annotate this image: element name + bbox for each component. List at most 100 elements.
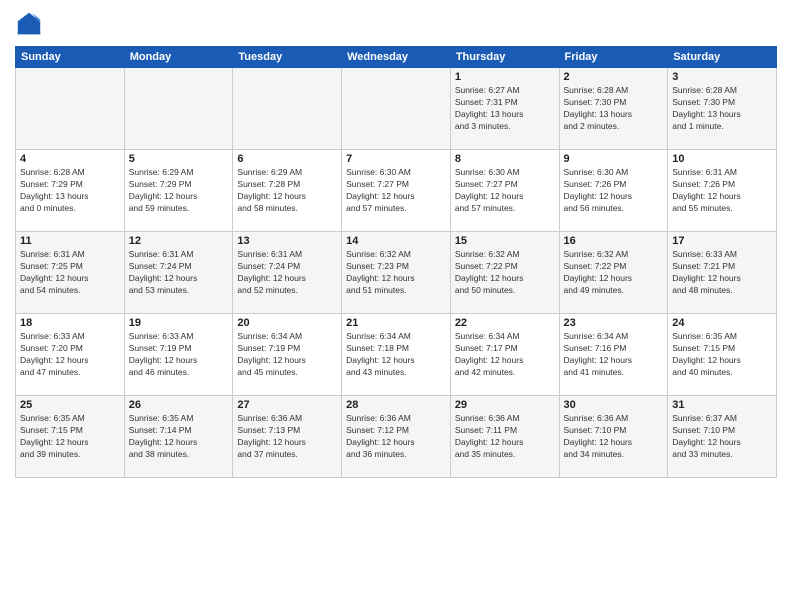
- day-info: Sunrise: 6:33 AM Sunset: 7:21 PM Dayligh…: [672, 249, 772, 297]
- day-info: Sunrise: 6:37 AM Sunset: 7:10 PM Dayligh…: [672, 413, 772, 461]
- col-header-wednesday: Wednesday: [342, 47, 451, 68]
- day-cell: 26 Sunrise: 6:35 AM Sunset: 7:14 PM Dayli…: [124, 396, 233, 478]
- day-info: Sunrise: 6:31 AM Sunset: 7:25 PM Dayligh…: [20, 249, 120, 297]
- day-info: Sunrise: 6:34 AM Sunset: 7:18 PM Dayligh…: [346, 331, 446, 379]
- logo-icon: [15, 10, 43, 38]
- day-info: Sunrise: 6:34 AM Sunset: 7:17 PM Dayligh…: [455, 331, 555, 379]
- day-number: 27: [237, 399, 337, 411]
- day-number: 14: [346, 235, 446, 247]
- day-info: Sunrise: 6:27 AM Sunset: 7:31 PM Dayligh…: [455, 85, 555, 133]
- week-row-1: 1 Sunrise: 6:27 AM Sunset: 7:31 PM Daylig…: [16, 68, 777, 150]
- day-info: Sunrise: 6:28 AM Sunset: 7:30 PM Dayligh…: [564, 85, 664, 133]
- day-number: 1: [455, 71, 555, 83]
- day-number: 2: [564, 71, 664, 83]
- day-cell: 7 Sunrise: 6:30 AM Sunset: 7:27 PM Daylig…: [342, 150, 451, 232]
- day-info: Sunrise: 6:32 AM Sunset: 7:22 PM Dayligh…: [564, 249, 664, 297]
- day-info: Sunrise: 6:34 AM Sunset: 7:16 PM Dayligh…: [564, 331, 664, 379]
- day-cell: 4 Sunrise: 6:28 AM Sunset: 7:29 PM Daylig…: [16, 150, 125, 232]
- day-number: 3: [672, 71, 772, 83]
- header-row: SundayMondayTuesdayWednesdayThursdayFrid…: [16, 47, 777, 68]
- day-cell: 14 Sunrise: 6:32 AM Sunset: 7:23 PM Dayli…: [342, 232, 451, 314]
- day-info: Sunrise: 6:30 AM Sunset: 7:27 PM Dayligh…: [346, 167, 446, 215]
- day-number: 6: [237, 153, 337, 165]
- week-row-4: 18 Sunrise: 6:33 AM Sunset: 7:20 PM Dayli…: [16, 314, 777, 396]
- day-number: 16: [564, 235, 664, 247]
- day-cell: 10 Sunrise: 6:31 AM Sunset: 7:26 PM Dayli…: [668, 150, 777, 232]
- day-info: Sunrise: 6:30 AM Sunset: 7:27 PM Dayligh…: [455, 167, 555, 215]
- day-number: 23: [564, 317, 664, 329]
- col-header-tuesday: Tuesday: [233, 47, 342, 68]
- day-number: 9: [564, 153, 664, 165]
- day-number: 31: [672, 399, 772, 411]
- day-cell: 29 Sunrise: 6:36 AM Sunset: 7:11 PM Dayli…: [450, 396, 559, 478]
- day-cell: 19 Sunrise: 6:33 AM Sunset: 7:19 PM Dayli…: [124, 314, 233, 396]
- day-cell: 30Sunrise: 6:36 AM Sunset: 7:10 PM Dayli…: [559, 396, 668, 478]
- day-info: Sunrise: 6:36 AM Sunset: 7:13 PM Dayligh…: [237, 413, 337, 461]
- day-info: Sunrise: 6:28 AM Sunset: 7:29 PM Dayligh…: [20, 167, 120, 215]
- day-info: Sunrise: 6:33 AM Sunset: 7:19 PM Dayligh…: [129, 331, 229, 379]
- day-cell: 27 Sunrise: 6:36 AM Sunset: 7:13 PM Dayli…: [233, 396, 342, 478]
- day-number: 19: [129, 317, 229, 329]
- day-number: 4: [20, 153, 120, 165]
- day-info: Sunrise: 6:29 AM Sunset: 7:29 PM Dayligh…: [129, 167, 229, 215]
- day-number: 24: [672, 317, 772, 329]
- week-row-2: 4 Sunrise: 6:28 AM Sunset: 7:29 PM Daylig…: [16, 150, 777, 232]
- day-cell: 28 Sunrise: 6:36 AM Sunset: 7:12 PM Dayli…: [342, 396, 451, 478]
- day-cell: [233, 68, 342, 150]
- col-header-friday: Friday: [559, 47, 668, 68]
- day-cell: 21 Sunrise: 6:34 AM Sunset: 7:18 PM Dayli…: [342, 314, 451, 396]
- day-info: Sunrise: 6:35 AM Sunset: 7:15 PM Dayligh…: [20, 413, 120, 461]
- day-info: Sunrise: 6:29 AM Sunset: 7:28 PM Dayligh…: [237, 167, 337, 215]
- day-cell: [124, 68, 233, 150]
- day-info: Sunrise: 6:35 AM Sunset: 7:14 PM Dayligh…: [129, 413, 229, 461]
- day-info: Sunrise: 6:31 AM Sunset: 7:24 PM Dayligh…: [237, 249, 337, 297]
- day-number: 29: [455, 399, 555, 411]
- day-info: Sunrise: 6:30 AM Sunset: 7:26 PM Dayligh…: [564, 167, 664, 215]
- day-number: 21: [346, 317, 446, 329]
- day-info: Sunrise: 6:28 AM Sunset: 7:30 PM Dayligh…: [672, 85, 772, 133]
- col-header-thursday: Thursday: [450, 47, 559, 68]
- day-info: Sunrise: 6:36 AM Sunset: 7:12 PM Dayligh…: [346, 413, 446, 461]
- day-cell: 3 Sunrise: 6:28 AM Sunset: 7:30 PM Daylig…: [668, 68, 777, 150]
- day-number: 28: [346, 399, 446, 411]
- day-cell: 31 Sunrise: 6:37 AM Sunset: 7:10 PM Dayli…: [668, 396, 777, 478]
- day-info: Sunrise: 6:32 AM Sunset: 7:22 PM Dayligh…: [455, 249, 555, 297]
- day-cell: 25 Sunrise: 6:35 AM Sunset: 7:15 PM Dayli…: [16, 396, 125, 478]
- week-row-3: 11 Sunrise: 6:31 AM Sunset: 7:25 PM Dayli…: [16, 232, 777, 314]
- day-cell: 6 Sunrise: 6:29 AM Sunset: 7:28 PM Daylig…: [233, 150, 342, 232]
- calendar-table: SundayMondayTuesdayWednesdayThursdayFrid…: [15, 46, 777, 478]
- day-number: 11: [20, 235, 120, 247]
- col-header-sunday: Sunday: [16, 47, 125, 68]
- logo: [15, 10, 47, 38]
- day-number: 17: [672, 235, 772, 247]
- day-info: Sunrise: 6:35 AM Sunset: 7:15 PM Dayligh…: [672, 331, 772, 379]
- day-cell: 18 Sunrise: 6:33 AM Sunset: 7:20 PM Dayli…: [16, 314, 125, 396]
- day-cell: [16, 68, 125, 150]
- day-cell: 1 Sunrise: 6:27 AM Sunset: 7:31 PM Daylig…: [450, 68, 559, 150]
- day-number: 18: [20, 317, 120, 329]
- day-number: 5: [129, 153, 229, 165]
- day-number: 26: [129, 399, 229, 411]
- day-info: Sunrise: 6:34 AM Sunset: 7:19 PM Dayligh…: [237, 331, 337, 379]
- day-cell: 11 Sunrise: 6:31 AM Sunset: 7:25 PM Dayli…: [16, 232, 125, 314]
- day-info: Sunrise: 6:32 AM Sunset: 7:23 PM Dayligh…: [346, 249, 446, 297]
- day-cell: 17 Sunrise: 6:33 AM Sunset: 7:21 PM Dayli…: [668, 232, 777, 314]
- day-number: 25: [20, 399, 120, 411]
- day-number: 10: [672, 153, 772, 165]
- day-cell: 22Sunrise: 6:34 AM Sunset: 7:17 PM Dayli…: [450, 314, 559, 396]
- day-cell: 23 Sunrise: 6:34 AM Sunset: 7:16 PM Dayli…: [559, 314, 668, 396]
- day-info: Sunrise: 6:33 AM Sunset: 7:20 PM Dayligh…: [20, 331, 120, 379]
- day-info: Sunrise: 6:31 AM Sunset: 7:24 PM Dayligh…: [129, 249, 229, 297]
- day-number: 7: [346, 153, 446, 165]
- day-number: 15: [455, 235, 555, 247]
- page: SundayMondayTuesdayWednesdayThursdayFrid…: [0, 0, 792, 612]
- day-number: 20: [237, 317, 337, 329]
- day-info: Sunrise: 6:31 AM Sunset: 7:26 PM Dayligh…: [672, 167, 772, 215]
- day-info: Sunrise: 6:36 AM Sunset: 7:11 PM Dayligh…: [455, 413, 555, 461]
- day-cell: 5 Sunrise: 6:29 AM Sunset: 7:29 PM Daylig…: [124, 150, 233, 232]
- week-row-5: 25 Sunrise: 6:35 AM Sunset: 7:15 PM Dayli…: [16, 396, 777, 478]
- day-cell: 12 Sunrise: 6:31 AM Sunset: 7:24 PM Dayli…: [124, 232, 233, 314]
- day-number: 8: [455, 153, 555, 165]
- day-cell: 9 Sunrise: 6:30 AM Sunset: 7:26 PM Daylig…: [559, 150, 668, 232]
- day-number: 12: [129, 235, 229, 247]
